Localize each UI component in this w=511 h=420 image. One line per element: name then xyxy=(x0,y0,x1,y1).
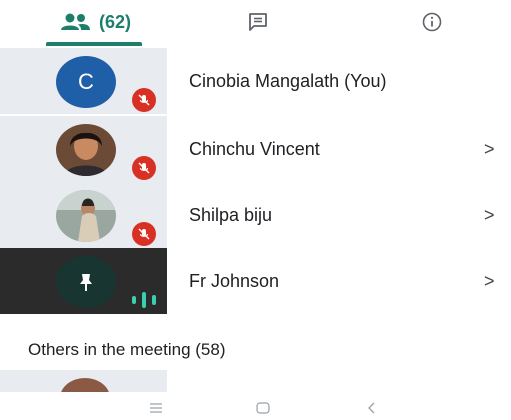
avatar xyxy=(56,256,116,308)
avatar-photo xyxy=(56,124,116,176)
participant-row[interactable]: Fr Johnson > xyxy=(0,248,511,314)
speaking-bar xyxy=(132,296,136,304)
speaking-bar xyxy=(142,292,146,308)
chat-icon xyxy=(249,13,267,31)
chevron-right-icon[interactable]: > xyxy=(484,248,495,314)
mic-off-icon xyxy=(132,222,156,246)
mic-off-icon xyxy=(132,88,156,112)
tab-chat[interactable] xyxy=(238,0,278,44)
people-count: (62) xyxy=(98,11,131,32)
avatar: C xyxy=(56,56,116,108)
avatar xyxy=(60,378,110,392)
pin-icon xyxy=(80,274,92,291)
others-section-title: Others in the meeting (58) xyxy=(28,340,226,359)
home-icon[interactable] xyxy=(253,398,273,418)
speaking-indicator-icon xyxy=(132,290,156,310)
tab-info[interactable] xyxy=(412,0,452,44)
avatar-initial: C xyxy=(56,56,116,108)
participant-name: Shilpa biju xyxy=(189,205,273,225)
back-icon[interactable] xyxy=(362,398,382,418)
mic-off-icon xyxy=(132,156,156,180)
participant-tile xyxy=(0,370,167,392)
participant-name: Chinchu Vincent xyxy=(189,139,320,159)
people-icon xyxy=(60,13,90,30)
participant-row[interactable]: Shilpa biju > xyxy=(0,182,511,248)
participant-name: Cinobia Mangalath (You) xyxy=(189,71,387,91)
participant-name: Fr Johnson xyxy=(189,271,280,291)
participant-row[interactable]: Chinchu Vincent > xyxy=(0,116,511,182)
active-tab-indicator xyxy=(46,42,142,46)
avatar-photo xyxy=(56,190,116,242)
avatar xyxy=(56,124,116,176)
speaking-bar xyxy=(152,295,156,305)
info-icon xyxy=(422,12,442,32)
chevron-right-icon[interactable]: > xyxy=(484,116,495,182)
system-nav-bar xyxy=(0,396,511,420)
avatar xyxy=(56,190,116,242)
participant-row[interactable]: C Cinobia Mangalath (You) xyxy=(0,48,511,114)
tab-people[interactable]: (62) xyxy=(40,0,150,44)
chevron-right-icon[interactable]: > xyxy=(484,182,495,248)
menu-icon[interactable] xyxy=(146,398,166,418)
top-tab-bar: (62) xyxy=(0,0,511,48)
